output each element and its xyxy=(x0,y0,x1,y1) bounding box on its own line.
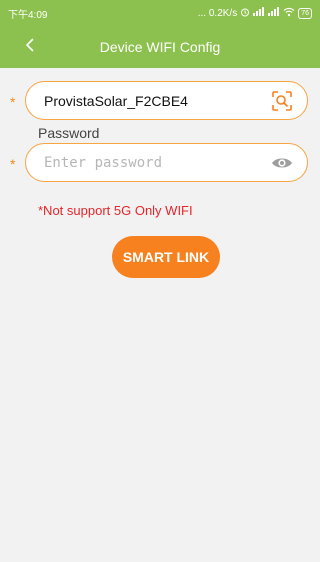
signal-icon xyxy=(253,7,265,19)
signal-icon-2 xyxy=(268,7,280,19)
required-mark: * xyxy=(10,156,16,172)
back-button[interactable] xyxy=(18,35,42,59)
ssid-input[interactable] xyxy=(44,92,271,109)
password-input[interactable] xyxy=(44,154,271,171)
status-bar: 下午4:09 ... 0.2K/s 76 xyxy=(0,0,320,26)
alarm-icon xyxy=(240,7,250,20)
smart-link-button[interactable]: SMART LINK xyxy=(112,236,220,278)
battery-icon: 76 xyxy=(298,7,312,19)
scan-icon[interactable] xyxy=(271,90,293,112)
wifi-icon xyxy=(283,7,295,20)
status-indicators: ... 0.2K/s 76 xyxy=(198,7,312,20)
required-mark: * xyxy=(10,94,16,110)
network-speed: ... 0.2K/s xyxy=(197,7,238,19)
status-time: 下午4:09 xyxy=(8,9,48,21)
page-title: Device WIFI Config xyxy=(99,39,221,55)
wifi-warning-text: *Not support 5G Only WIFI xyxy=(38,203,193,218)
ssid-field xyxy=(25,81,308,120)
password-field xyxy=(25,143,308,182)
eye-icon[interactable] xyxy=(271,156,293,170)
nav-bar: Device WIFI Config xyxy=(0,26,320,68)
chevron-left-icon xyxy=(25,37,35,57)
password-label: Password xyxy=(38,125,100,141)
